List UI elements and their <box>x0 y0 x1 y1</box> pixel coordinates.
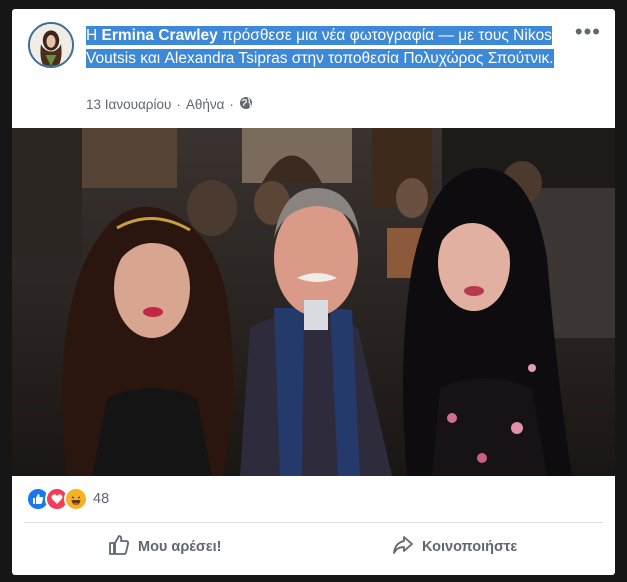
action-divider <box>24 522 603 523</box>
post-photo[interactable] <box>12 128 615 476</box>
thumbs-up-icon <box>108 534 130 560</box>
share-button[interactable]: Κοινοποιήστε <box>392 534 517 560</box>
meta-separator-2: · <box>229 97 234 112</box>
post-card: ••• Η Ermina Crawley πρόσθεσε μια νέα φω… <box>12 9 615 575</box>
headline-prefix: Η <box>86 27 102 44</box>
post-date-link[interactable]: 13 Ιανουαρίου <box>86 97 171 112</box>
share-label: Κοινοποιήστε <box>422 539 518 555</box>
share-arrow-icon <box>392 534 414 560</box>
author-avatar[interactable] <box>28 22 74 68</box>
like-label: Μου αρέσει! <box>138 539 222 555</box>
author-name-link[interactable]: Ermina Crawley <box>102 27 218 44</box>
post-location-link[interactable]: Αθήνα <box>186 97 225 112</box>
haha-icon <box>64 487 88 511</box>
meta-separator: · <box>176 97 181 112</box>
post-meta: 13 Ιανουαρίου · Αθήνα · <box>86 96 253 113</box>
reaction-count: 48 <box>93 491 110 507</box>
globe-icon <box>239 96 253 113</box>
post-headline: Η Ermina Crawley πρόσθεσε μια νέα φωτογρ… <box>86 24 596 70</box>
reaction-summary[interactable]: 48 <box>26 487 109 511</box>
like-button[interactable]: Μου αρέσει! <box>108 534 222 560</box>
